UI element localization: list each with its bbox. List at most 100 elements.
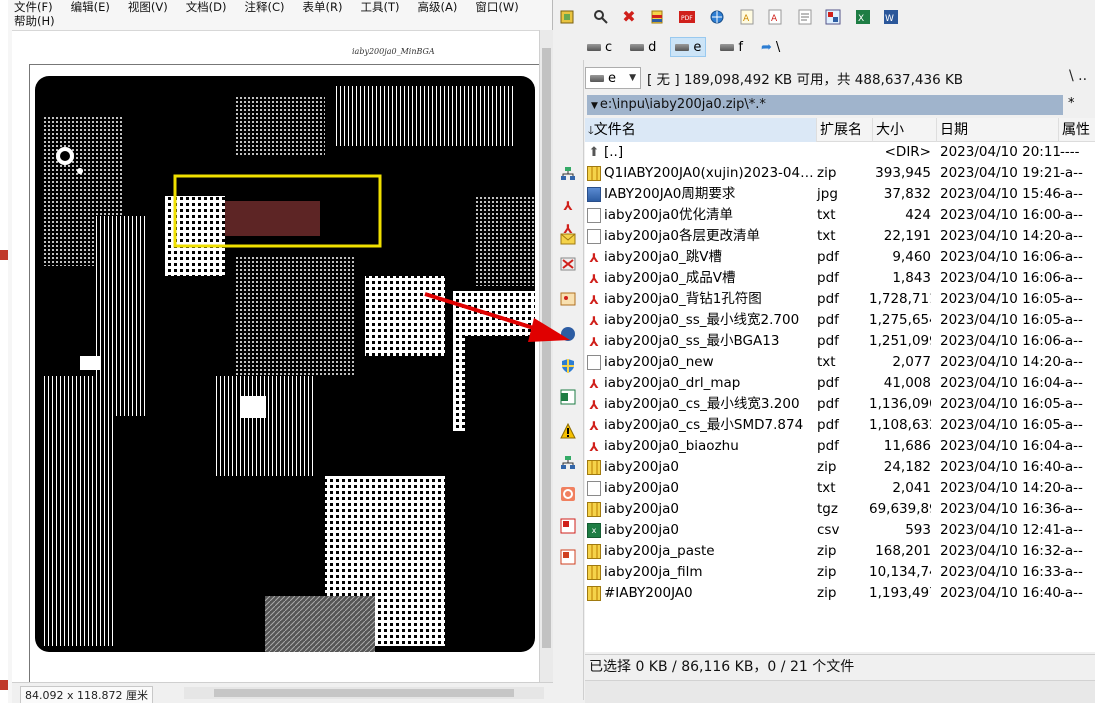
file-name: iaby200ja0 — [604, 501, 679, 517]
file-row[interactable]: ⅄ iaby200ja0_cs_最小SMD7.874 pdf 1,108,632 202… — [585, 415, 1095, 436]
file-size: 41,008 — [883, 375, 931, 391]
find-icon[interactable] — [591, 7, 611, 27]
pdf-tool-icon[interactable]: ⅄ — [559, 197, 577, 215]
selection-status: 已选择 0 KB / 86,116 KB，0 / 21 个文件 — [585, 654, 1095, 678]
command-line-area[interactable] — [585, 680, 1095, 703]
path-filter-star[interactable]: * — [1068, 96, 1075, 111]
shield-icon[interactable] — [559, 357, 577, 375]
file-name: [..] — [604, 144, 624, 160]
file-attr: -a-- — [1060, 396, 1083, 412]
excel-icon[interactable]: X — [853, 7, 873, 27]
font-icon[interactable]: A — [765, 7, 785, 27]
drive-button[interactable]: f — [716, 37, 747, 57]
file-row[interactable]: ⅄ iaby200ja0_跳V槽 pdf 9,460 2023/04/10 16:06-… — [585, 247, 1095, 268]
file-date: 2023/04/10 16:06 — [940, 249, 1060, 265]
pdf-icon[interactable]: PDF — [677, 7, 697, 27]
document-icon[interactable] — [795, 7, 815, 27]
file-row[interactable]: ⅄ iaby200ja0_ss_最小BGA13 pdf 1,251,099 2023/0… — [585, 331, 1095, 352]
presentation-icon[interactable] — [559, 548, 577, 566]
pack-icon[interactable] — [647, 7, 667, 27]
file-row[interactable]: ⅄ iaby200ja0_背钻1孔符图 pdf 1,728,711 2023/04/10… — [585, 289, 1095, 310]
file-row[interactable]: iaby200ja_paste zip 168,201 2023/04/10 16:3… — [585, 541, 1095, 562]
file-row[interactable]: #IABY200JA0 zip 1,193,497 2023/04/10 16:40-… — [585, 583, 1095, 604]
file-row[interactable]: iaby200ja0_new txt 2,077 2023/04/10 14:20 -a… — [585, 352, 1095, 373]
file-row[interactable]: ⅄ iaby200ja0_drl_map pdf 41,008 2023/04/10 1… — [585, 373, 1095, 394]
menu-item-help[interactable]: 帮助(H) — [14, 14, 55, 28]
column-header-date[interactable]: 日期 — [937, 118, 1059, 142]
image-icon[interactable] — [559, 290, 577, 308]
file-row[interactable]: IABY200JA0周期要求 jpg 37,832 2023/04/10 15:46-… — [585, 184, 1095, 205]
drive-button[interactable]: ➦ \ — [757, 37, 784, 57]
menu-item-5[interactable]: 表单(R) — [303, 0, 343, 14]
file-list[interactable]: 🡓文件名 扩展名 大小 日期 属性 ⬆ [..] <DIR> 2023/04/10 2… — [585, 118, 1095, 652]
warning-icon[interactable] — [559, 422, 577, 440]
file-row[interactable]: iaby200ja0 tgz 69,639,895 2023/04/10 16:36-… — [585, 499, 1095, 520]
file-row[interactable]: iaby200ja0各层更改清单 txt 22,191 2023/04/10 14:2… — [585, 226, 1095, 247]
network-icon[interactable] — [559, 165, 577, 183]
network-drive-icon: ➦ — [761, 39, 772, 55]
pdf-file-icon: ⅄ — [589, 397, 599, 412]
red-circle-icon[interactable] — [559, 325, 577, 343]
drive-button[interactable]: e — [670, 37, 707, 57]
file-row[interactable]: ⅄ iaby200ja0_cs_最小线宽3.200 pdf 1,136,090 2023… — [585, 394, 1095, 415]
file-row[interactable]: iaby200ja_film zip 10,134,742 2023/04/10 16… — [585, 562, 1095, 583]
file-row[interactable]: iaby200ja0 zip 24,182 2023/04/10 16:40 -a-- — [585, 457, 1095, 478]
menu-item-8[interactable]: 窗口(W) — [475, 0, 518, 14]
file-size: 2,077 — [892, 354, 931, 370]
menu-item-4[interactable]: 注释(C) — [245, 0, 285, 14]
drive-letter: e — [693, 39, 702, 55]
viewer-horizontal-scrollbar[interactable] — [184, 687, 544, 699]
column-header-attr[interactable]: 属性 — [1059, 118, 1095, 142]
word-icon[interactable]: W — [881, 7, 901, 27]
file-attr: -a-- — [1060, 291, 1083, 307]
menu-item-7[interactable]: 高级(A) — [418, 0, 458, 14]
file-row[interactable]: iaby200ja0优化清单 txt 424 2023/04/10 16:00 -a-- — [585, 205, 1095, 226]
root-parent-buttons[interactable]: \ .. — [1069, 68, 1087, 84]
file-row[interactable]: iaby200ja0 txt 2,041 2023/04/10 14:20 -a-- — [585, 478, 1095, 499]
column-header-name[interactable]: 🡓文件名 — [585, 118, 817, 142]
pdf-file-icon: ⅄ — [589, 271, 599, 286]
menu-item-1[interactable]: 编辑(E) — [71, 0, 110, 14]
file-name: iaby200ja0_drl_map — [604, 375, 741, 391]
file-row[interactable]: ⅄ iaby200ja0_成品V槽 pdf 1,843 2023/04/10 16:06… — [585, 268, 1095, 289]
drive-select[interactable]: e ▼ — [585, 67, 641, 89]
zip-file-icon — [587, 460, 601, 475]
drive-button[interactable]: c — [583, 37, 616, 57]
menu-row-main: 文件(F) 编辑(E) 视图(V) 文档(D) 注释(C) 表单(R) 工具(T) 高级(A)… — [14, 0, 544, 14]
file-date: 2023/04/10 16:06 — [940, 333, 1060, 349]
menu-item-0[interactable]: 文件(F) — [14, 0, 53, 14]
file-row[interactable]: ⬆ [..] <DIR> 2023/04/10 20:11 ---- — [585, 142, 1095, 163]
column-header-size[interactable]: 大小 — [873, 118, 937, 142]
viewer-vertical-scrollbar[interactable] — [539, 30, 553, 682]
file-row[interactable]: ⅄ iaby200ja0_ss_最小线宽2.700 pdf 1,275,654 2023… — [585, 310, 1095, 331]
drive-button[interactable]: d — [626, 37, 660, 57]
file-attr: -a-- — [1060, 585, 1083, 601]
file-name: Q1IABY200JA0(xujin)2023-04-... — [604, 165, 817, 181]
file-row[interactable]: x iaby200ja0 csv 593 2023/04/10 12:41 -a-- — [585, 520, 1095, 541]
file-row[interactable]: ⅄ iaby200ja0_biaozhu pdf 11,686 2023/04/10 1… — [585, 436, 1095, 457]
excel-sheet-icon[interactable] — [559, 388, 577, 406]
column-header-ext[interactable]: 扩展名 — [817, 118, 873, 142]
open-office-icon[interactable] — [559, 485, 577, 503]
file-ext: csv — [817, 522, 840, 538]
history-dropdown-icon[interactable]: ▼ — [591, 101, 598, 111]
menu-item-6[interactable]: 工具(T) — [361, 0, 400, 14]
file-name: iaby200ja0优化清单 — [604, 207, 733, 223]
compare-icon[interactable] — [823, 7, 843, 27]
file-attr: -a-- — [1060, 270, 1083, 286]
file-attr: -a-- — [1060, 480, 1083, 496]
delete-icon[interactable]: ✖ — [619, 7, 639, 27]
menu-item-2[interactable]: 视图(V) — [128, 0, 168, 14]
file-row[interactable]: Q1IABY200JA0(xujin)2023-04-... zip 393,945… — [585, 163, 1095, 184]
cut-icon[interactable] — [559, 255, 577, 273]
file-attr: -a-- — [1060, 459, 1083, 475]
text-editor-icon[interactable]: A — [737, 7, 757, 27]
file-ext: txt — [817, 207, 836, 223]
calc-icon[interactable] — [559, 517, 577, 535]
current-path-bar[interactable]: ▼ e:\inpu\iaby200ja0.zip\*.* — [587, 95, 1063, 115]
globe-icon[interactable] — [707, 7, 727, 27]
network-map-icon[interactable] — [559, 454, 577, 472]
refresh-icon[interactable] — [557, 7, 577, 27]
mail-icon[interactable] — [559, 230, 577, 248]
menu-item-3[interactable]: 文档(D) — [186, 0, 227, 14]
